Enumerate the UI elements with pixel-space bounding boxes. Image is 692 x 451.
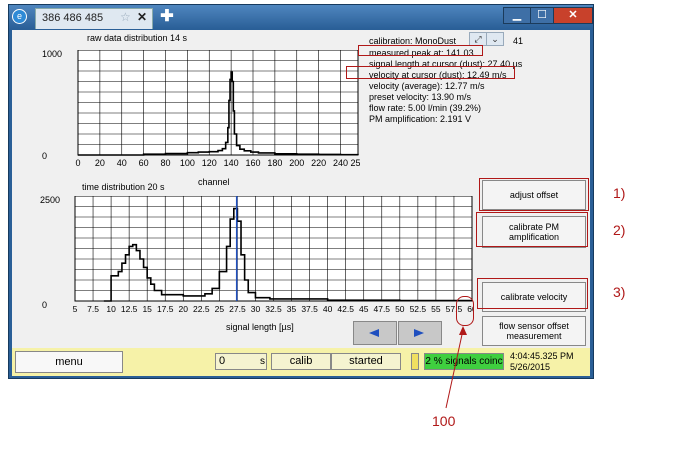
- annotation-arrow: [445, 326, 467, 409]
